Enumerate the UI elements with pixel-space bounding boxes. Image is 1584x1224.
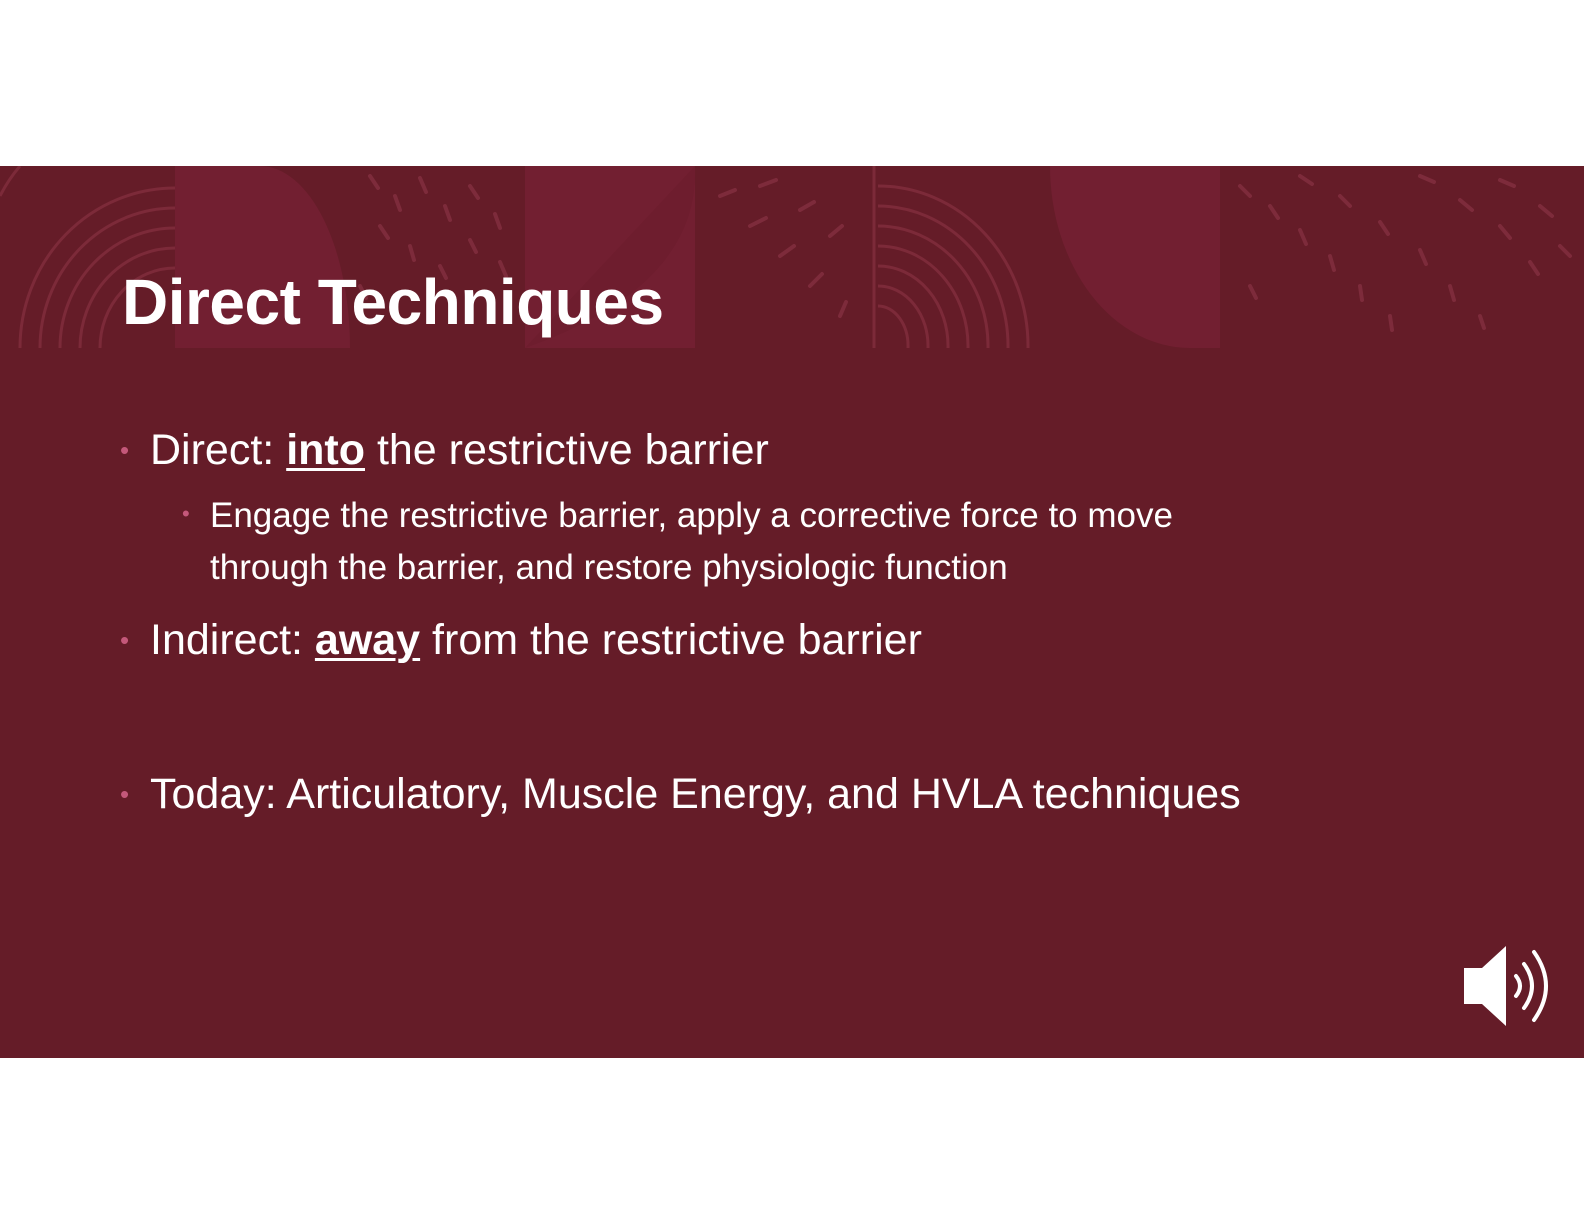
- bullet-text: Today: Articulatory, Muscle Energy, and …: [150, 770, 1241, 818]
- speaker-icon: [1464, 946, 1548, 1026]
- slide-title: Direct Techniques: [122, 266, 664, 338]
- slide: Direct Techniques • Direct: into the res…: [0, 166, 1584, 1058]
- bullet-marker: •: [120, 435, 130, 465]
- bullet-marker: •: [182, 501, 190, 526]
- bullet-direct: • Direct: into the restrictive barrier: [120, 424, 769, 476]
- bullet-indirect: • Indirect: away from the restrictive ba…: [120, 614, 922, 666]
- bullet-prefix: Indirect:: [150, 616, 315, 664]
- bullet-today: • Today: Articulatory, Muscle Energy, an…: [120, 768, 1241, 820]
- bullet-suffix: the restrictive barrier: [365, 426, 769, 474]
- sub-bullet-engage: • Engage the restrictive barrier, apply …: [182, 490, 1290, 594]
- bullet-marker: •: [120, 779, 130, 809]
- bullet-emphasis: away: [314, 616, 421, 664]
- bullet-prefix: Direct:: [150, 426, 287, 474]
- bullet-marker: •: [120, 625, 130, 655]
- bullet-suffix: from the restrictive barrier: [420, 616, 922, 664]
- audio-button[interactable]: [1460, 936, 1570, 1036]
- bullet-emphasis: into: [286, 426, 365, 474]
- bullet-text: Engage the restrictive barrier, apply a …: [210, 496, 1173, 587]
